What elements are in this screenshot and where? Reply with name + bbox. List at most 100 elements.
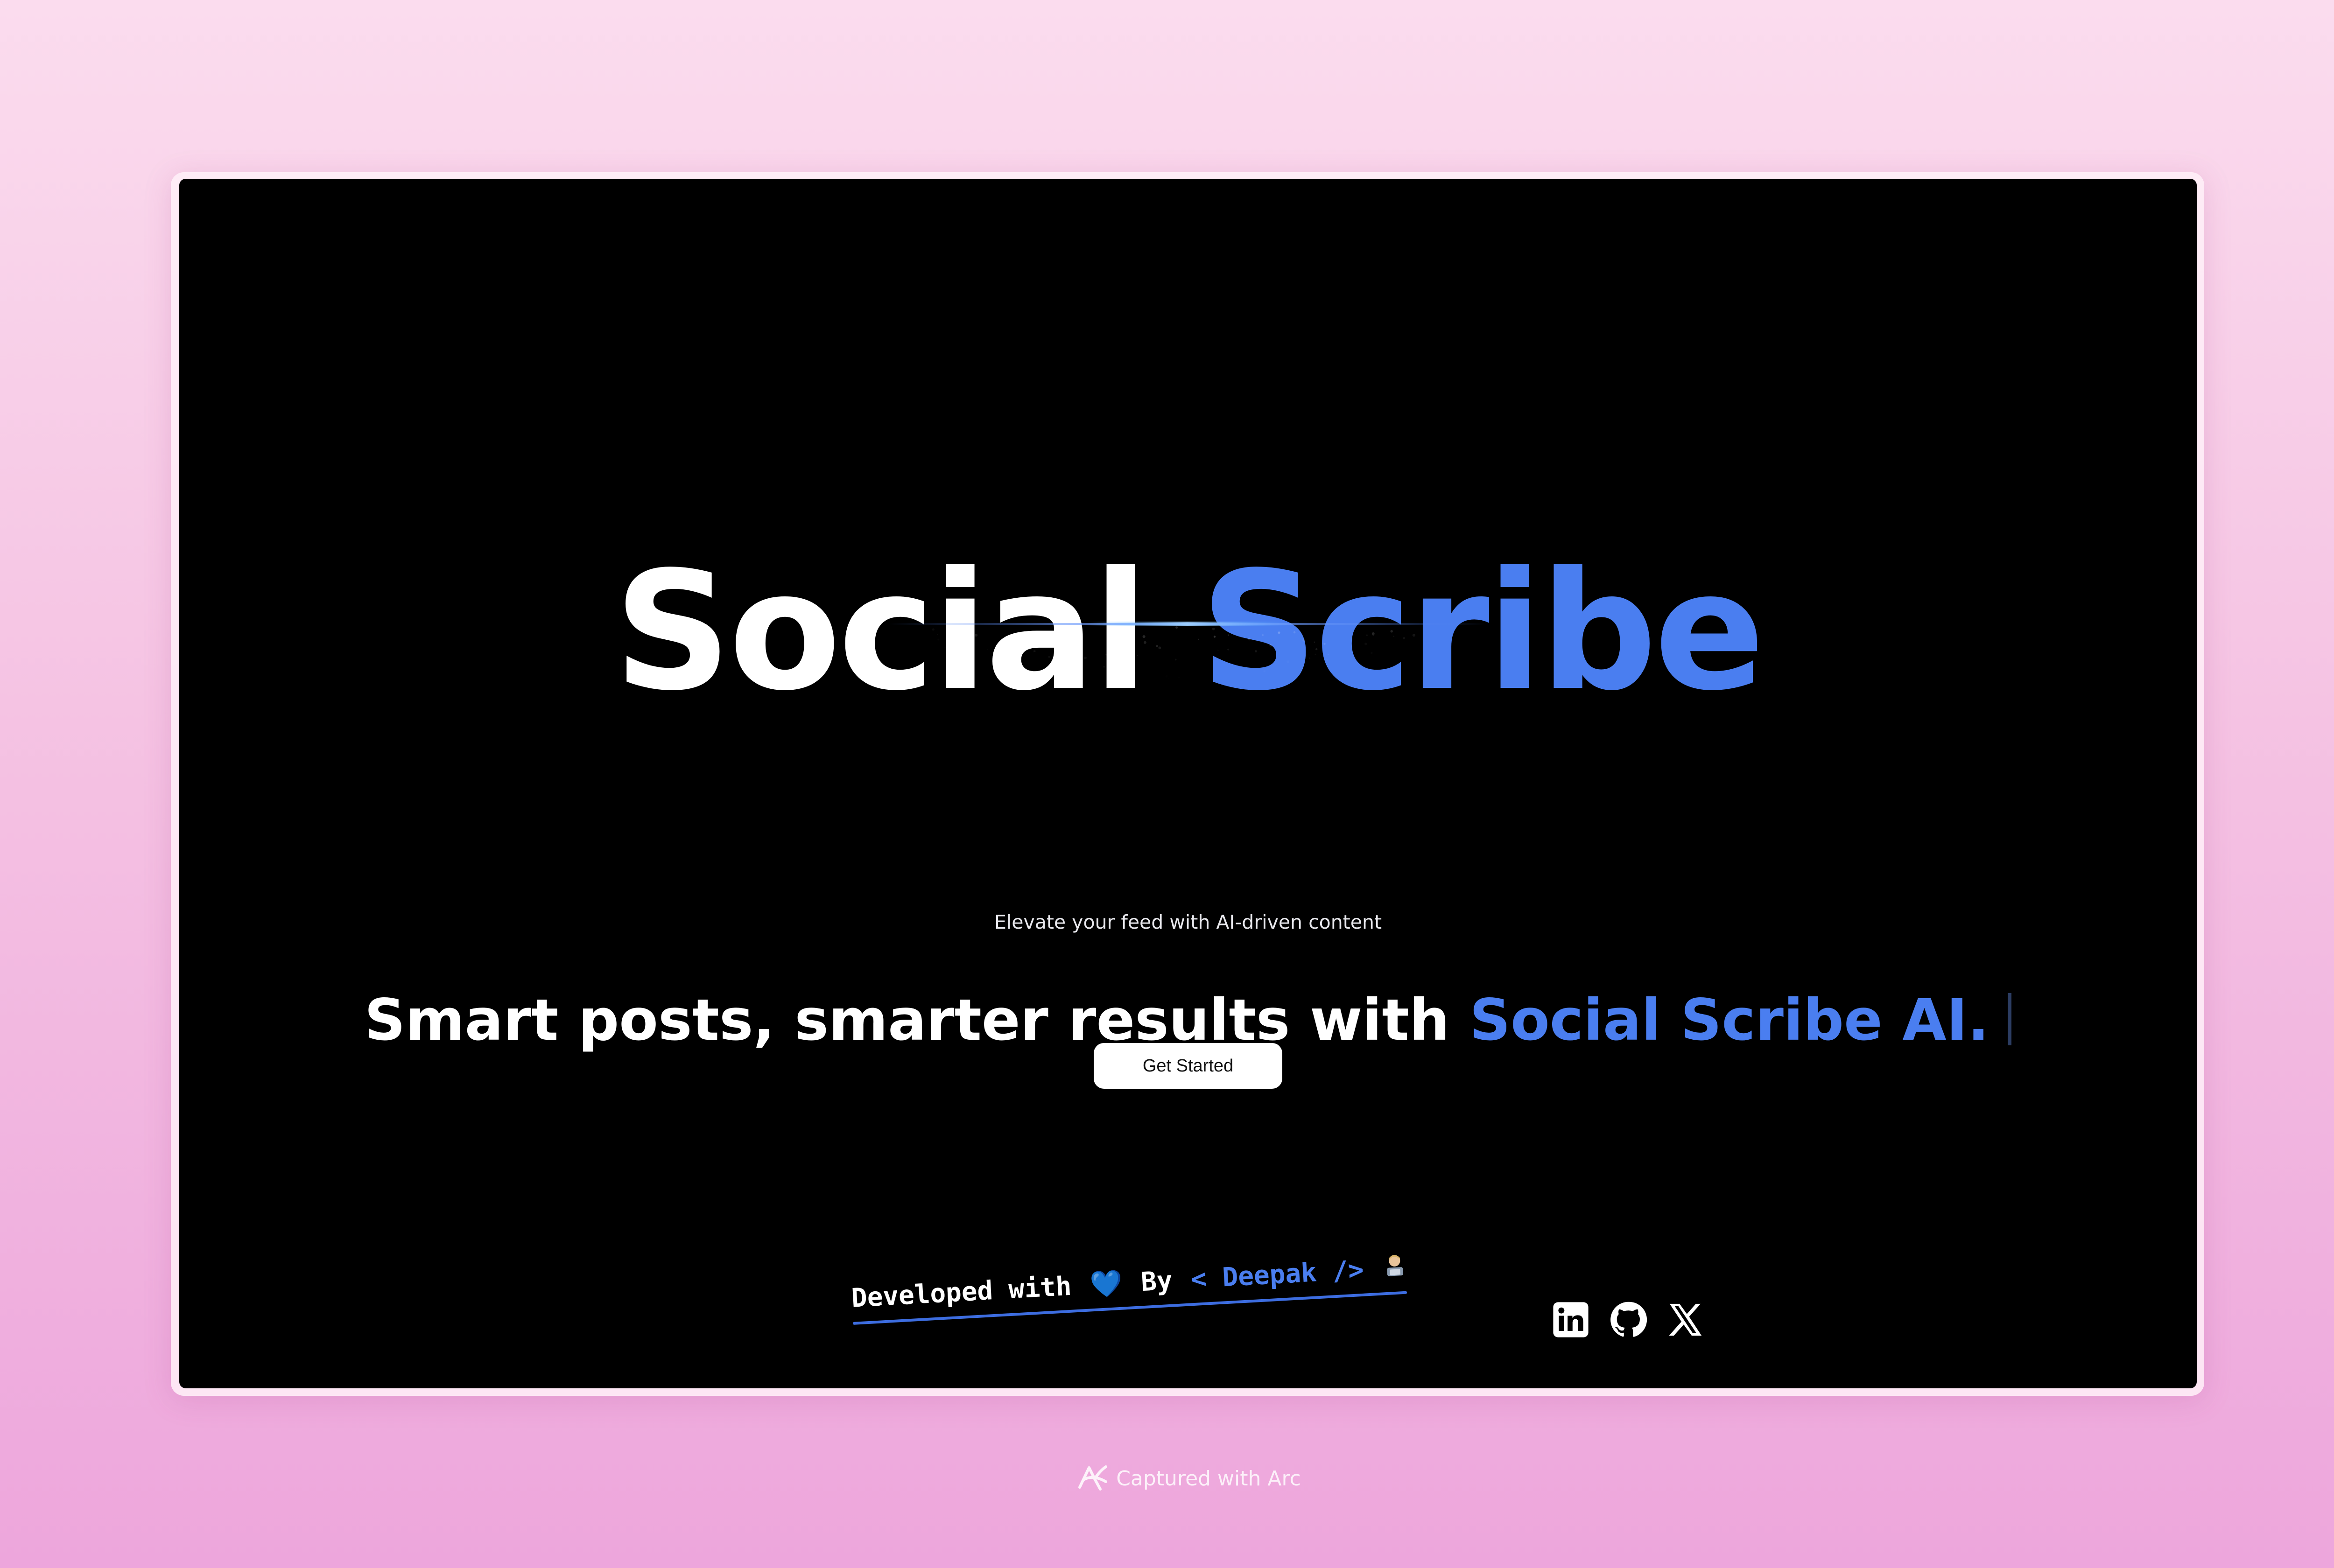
sparkle-dot (918, 777, 921, 781)
sparkle-dot (1287, 660, 1289, 663)
sparkle-dot (1392, 712, 1395, 715)
get-started-button[interactable]: Get Started (1094, 1043, 1282, 1089)
sparkle-dot (1378, 789, 1380, 791)
sparkle-dot (1386, 702, 1389, 705)
sparkle-dot (850, 754, 853, 757)
sparkle-dot (1027, 724, 1029, 725)
sparkle-dot (1400, 722, 1403, 725)
sparkle-dot (1561, 651, 1563, 652)
sparkle-dot (1346, 784, 1349, 787)
sparkle-dot (1162, 746, 1163, 747)
sparkle-dot (1346, 679, 1348, 680)
sparkle-dot (1070, 720, 1072, 722)
sparkle-dot (1038, 778, 1041, 782)
sparkle-dot (1206, 679, 1208, 680)
sparkle-dot (1240, 688, 1243, 692)
sparkle-dot (1530, 728, 1532, 729)
sparkle-dot (1136, 706, 1138, 708)
sparkle-dot (1156, 645, 1159, 648)
sparkle-dot (1435, 718, 1437, 720)
sparkle-dot (1196, 714, 1198, 716)
sparkle-dot (1506, 781, 1508, 783)
sparkle-dot (1509, 777, 1511, 779)
sparkle-dot (1017, 705, 1020, 708)
sparkle-dot (1128, 716, 1129, 718)
sparkle-dot (1277, 743, 1280, 747)
sparkle-dot (1487, 697, 1490, 699)
sparkle-dot (937, 657, 940, 659)
sparkle-dot (1143, 806, 1146, 809)
sparkle-dot (1262, 751, 1264, 753)
sparkle-dot (1137, 655, 1138, 657)
sparkle-dot (928, 725, 930, 728)
sparkle-dot (1293, 631, 1296, 634)
sparkle-dot (952, 757, 955, 760)
sparkle-dot (1336, 761, 1338, 763)
sparkle-dot (1162, 703, 1164, 705)
sparkle-dot (1105, 653, 1107, 656)
sparkle-dot (1198, 638, 1199, 640)
sparkle-dot (1334, 788, 1336, 790)
sparkle-dot (830, 799, 832, 801)
sparkle-dot (1544, 769, 1547, 772)
x-link[interactable] (1666, 1301, 1705, 1339)
sparkle-dot (1316, 801, 1319, 803)
sparkle-dot (832, 777, 833, 779)
sparkle-dot (1418, 785, 1421, 788)
sparkle-dot (1554, 753, 1557, 755)
sparkle-dot (1012, 743, 1015, 746)
sparkle-dot (1557, 707, 1559, 709)
sparkle-dot (1026, 771, 1027, 773)
sparkle-dot (1438, 806, 1440, 808)
sparkle-dot (1023, 689, 1025, 691)
sparkle-dot (963, 777, 966, 781)
sparkle-dot (1411, 672, 1414, 674)
sparkle-dot (1193, 769, 1196, 772)
sparkle-dot (815, 638, 818, 642)
sparkle-dot (1440, 676, 1443, 679)
sparkle-dot (1051, 789, 1054, 792)
sparkle-dot (1022, 767, 1025, 770)
sparkle-dot (1373, 675, 1376, 677)
sparkle-dot (1310, 799, 1313, 802)
sparkle-dot (1210, 740, 1211, 742)
technologist-icon (1383, 1253, 1406, 1278)
sparkle-dot (894, 663, 898, 666)
sparkle-dot (1565, 782, 1568, 784)
author-link[interactable]: < Deepak /> (1190, 1255, 1364, 1295)
sparkle-dot (1494, 722, 1497, 725)
sparkle-dot (1502, 786, 1504, 789)
developed-with-text: Developed with (851, 1271, 1073, 1314)
sparkle-dot (837, 712, 838, 714)
sparkle-dot (936, 774, 938, 776)
sparkle-dot (1242, 763, 1244, 764)
sparkle-dot (1090, 796, 1094, 798)
sparkle-dot (1456, 711, 1459, 713)
sparkle-dot (962, 744, 964, 747)
github-link[interactable] (1609, 1301, 1647, 1339)
sparkle-dot (1187, 761, 1189, 763)
sparkle-dot (1174, 658, 1177, 661)
sparkle-dot (914, 717, 917, 720)
sparkle-dot (1222, 679, 1223, 681)
sparkle-dot (1323, 643, 1326, 645)
sparkle-dot (1000, 759, 1002, 762)
sparkle-dot (1143, 641, 1146, 644)
sparkle-dot (1378, 688, 1380, 691)
sparkle-dot (1371, 651, 1373, 654)
sparkle-dot (1355, 756, 1358, 758)
linkedin-link[interactable] (1552, 1301, 1590, 1339)
sparkle-dot (1366, 634, 1368, 636)
sparkle-dot (1308, 688, 1311, 691)
sparkle-dot (848, 804, 850, 805)
sparkle-dot (1152, 791, 1155, 794)
sparkle-dot (1024, 784, 1026, 786)
sparkle-dot (1547, 750, 1549, 751)
sparkle-dot (1032, 777, 1033, 778)
sparkle-dot (1516, 804, 1518, 806)
sparkle-dot (1314, 641, 1315, 643)
sparkle-dot (918, 782, 919, 784)
sparkle-dot (936, 662, 938, 663)
glow-line-core (1019, 622, 1356, 626)
sparkle-dot (1235, 758, 1237, 761)
